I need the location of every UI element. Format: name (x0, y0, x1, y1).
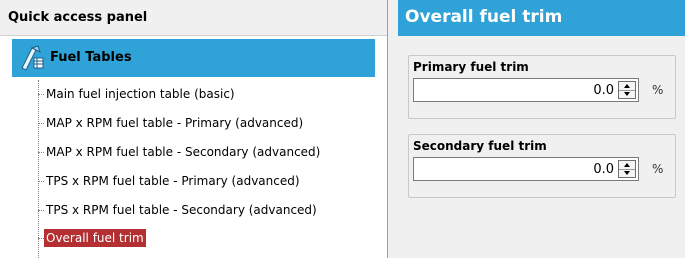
tree-item-map-rpm-primary[interactable]: MAP x RPM fuel table - Primary (advanced… (38, 112, 378, 134)
fuel-table-icon (21, 45, 44, 71)
secondary-fuel-trim-spinner[interactable] (618, 160, 636, 178)
tree-item-label: TPS x RPM fuel table - Secondary (advanc… (46, 203, 317, 217)
tree-group-fuel-tables[interactable]: Fuel Tables (12, 39, 375, 77)
secondary-fuel-trim-group: Secondary fuel trim 0.0 % (408, 134, 676, 198)
detail-title: Overall fuel trim (405, 7, 563, 27)
spin-down-icon[interactable] (619, 90, 635, 98)
tree-item-map-rpm-secondary[interactable]: MAP x RPM fuel table - Secondary (advanc… (38, 141, 378, 163)
secondary-fuel-trim-label: Secondary fuel trim (413, 139, 547, 153)
tree-item-label: TPS x RPM fuel table - Primary (advanced… (46, 174, 300, 188)
detail-header: Overall fuel trim (398, 0, 685, 36)
tree-item-label: MAP x RPM fuel table - Secondary (advanc… (46, 145, 321, 159)
secondary-fuel-trim-unit: % (652, 162, 664, 176)
tree-item-label: Main fuel injection table (basic) (46, 87, 235, 101)
tree-item-tps-rpm-secondary[interactable]: TPS x RPM fuel table - Secondary (advanc… (38, 199, 378, 221)
primary-fuel-trim-unit: % (652, 83, 664, 97)
primary-fuel-trim-value: 0.0 (593, 83, 614, 98)
primary-fuel-trim-input[interactable]: 0.0 (413, 78, 639, 102)
secondary-fuel-trim-input[interactable]: 0.0 (413, 157, 639, 181)
primary-fuel-trim-group: Primary fuel trim 0.0 % (408, 55, 676, 119)
quick-access-title: Quick access panel (8, 10, 148, 25)
quick-access-panel: Quick access panel Fuel Tables Main fuel… (0, 0, 388, 258)
spin-down-icon[interactable] (619, 169, 635, 177)
quick-access-header: Quick access panel (0, 0, 387, 36)
tree-item-tps-rpm-primary[interactable]: TPS x RPM fuel table - Primary (advanced… (38, 170, 378, 192)
tree-item-main-fuel-injection[interactable]: Main fuel injection table (basic) (38, 83, 378, 105)
tree-item-label: Overall fuel trim (44, 229, 146, 247)
secondary-fuel-trim-value: 0.0 (593, 162, 614, 177)
tree-item-label: MAP x RPM fuel table - Primary (advanced… (46, 116, 304, 130)
detail-panel: Overall fuel trim Primary fuel trim 0.0 … (398, 0, 685, 258)
primary-fuel-trim-label: Primary fuel trim (413, 60, 529, 74)
primary-fuel-trim-spinner[interactable] (618, 81, 636, 99)
tree-group-label: Fuel Tables (50, 50, 132, 65)
tree-item-overall-fuel-trim[interactable]: Overall fuel trim (38, 227, 378, 249)
